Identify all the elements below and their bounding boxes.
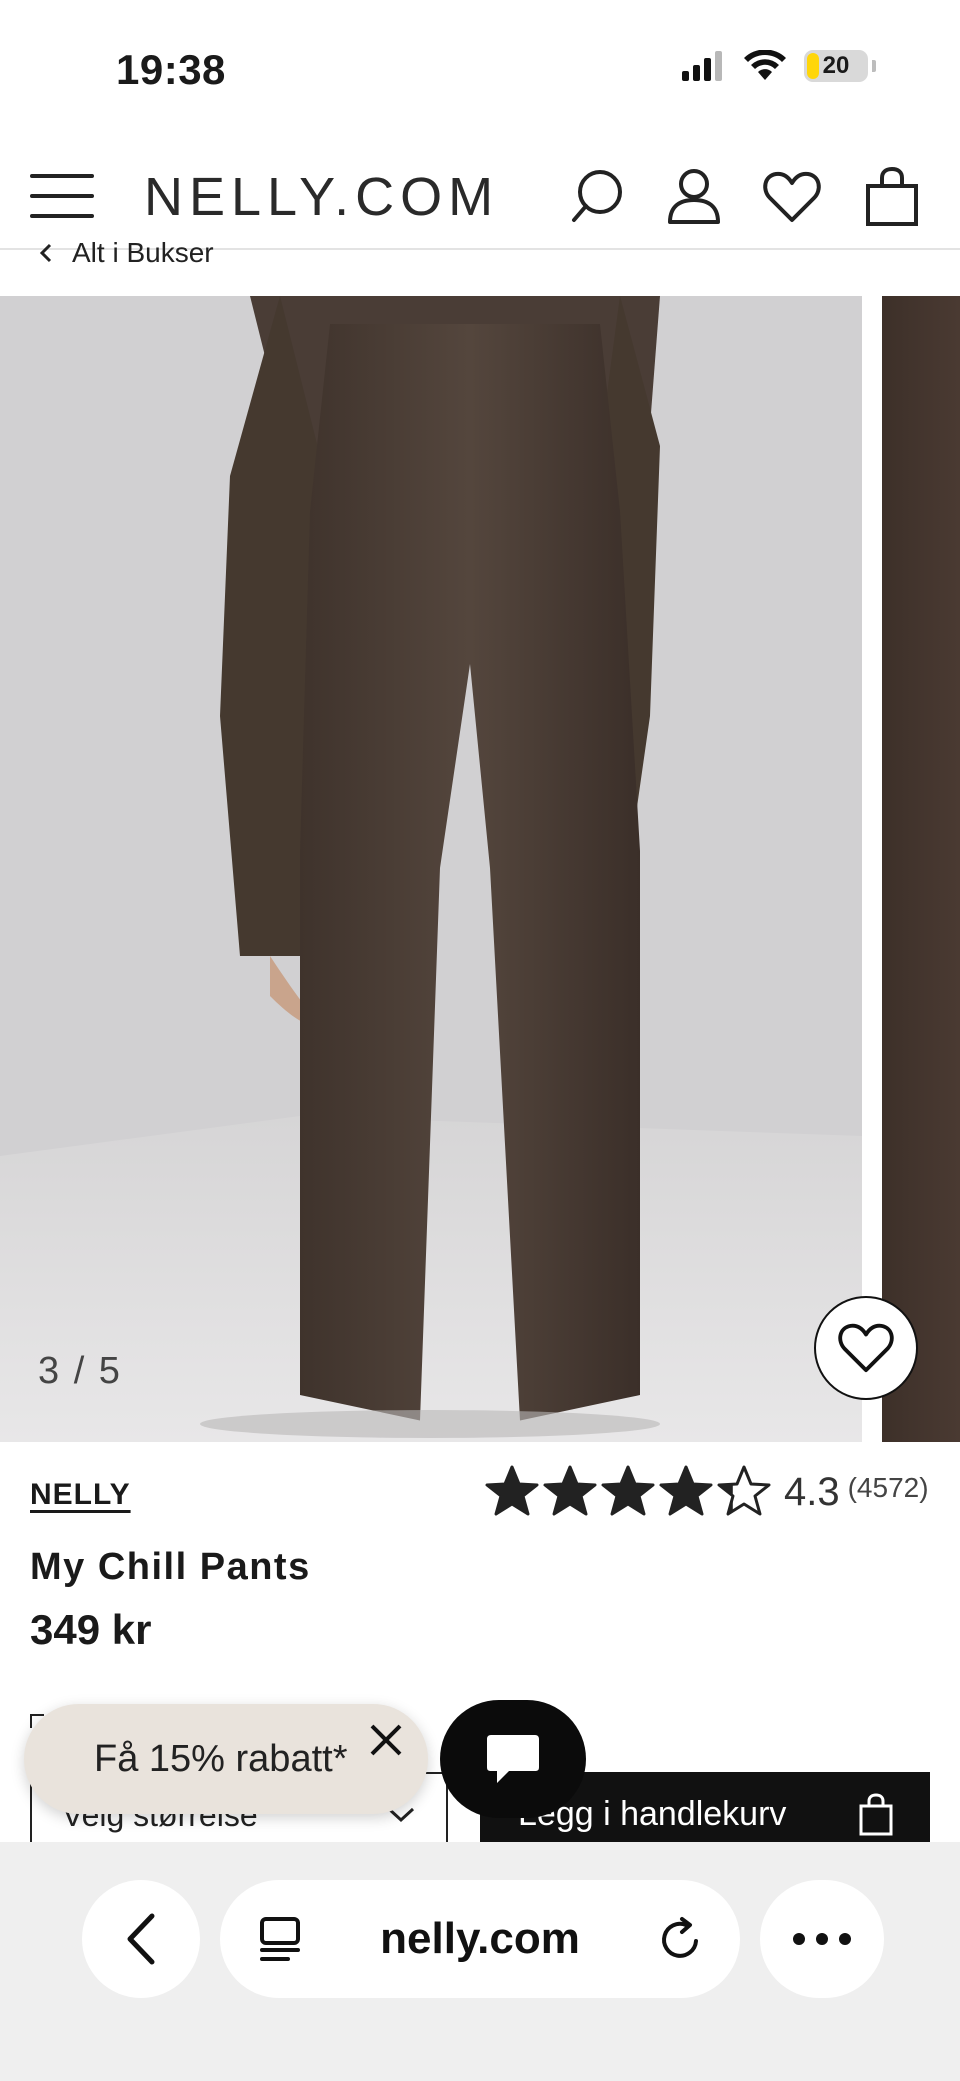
breadcrumb-label: Alt i Bukser	[72, 237, 214, 268]
bag-icon	[859, 1793, 893, 1836]
chevron-left-icon	[127, 1913, 155, 1965]
rating-value: 4.3	[784, 1469, 840, 1514]
rating-star	[485, 1465, 539, 1516]
promo-label: Få 15% rabatt*	[94, 1737, 348, 1780]
battery-cap	[872, 60, 876, 72]
product-image[interactable]	[0, 296, 862, 1442]
site-logo[interactable]: NELLY.COM	[144, 166, 499, 228]
product-price: 349 kr	[30, 1606, 152, 1653]
bag-icon[interactable]	[862, 166, 922, 226]
rating-star	[717, 1465, 771, 1516]
tab-overview-icon[interactable]	[256, 1915, 304, 1963]
product-title: My Chill Pants	[30, 1546, 311, 1588]
wifi-icon	[744, 50, 786, 80]
battery-icon: 20	[804, 50, 868, 82]
wishlist-icon[interactable]	[762, 166, 822, 226]
rating-star	[543, 1465, 597, 1516]
status-bar: 19:38 20	[0, 0, 960, 140]
chat-button[interactable]	[440, 1700, 586, 1818]
chevron-left-icon	[39, 243, 52, 263]
product-photo-illustration	[0, 296, 862, 1442]
search-icon[interactable]	[566, 166, 626, 226]
browser-back-button[interactable]	[82, 1880, 200, 1998]
product-gallery[interactable]: 3 / 5	[0, 296, 960, 1442]
product-rating[interactable]: 4.3 (4572)	[484, 1464, 929, 1520]
rating-stars	[485, 1465, 771, 1516]
review-count: (4572)	[847, 1472, 929, 1503]
url-text: nelly.com	[380, 1914, 580, 1963]
rating-star	[659, 1465, 713, 1516]
browser-toolbar: nelly.com	[0, 1842, 960, 2081]
address-bar[interactable]: nelly.com	[220, 1880, 740, 1998]
breadcrumb-back-link[interactable]: Alt i Bukser	[38, 236, 214, 270]
next-product-image-peek[interactable]	[882, 296, 960, 1442]
heart-icon	[838, 1323, 894, 1373]
brand-link[interactable]: NELLY	[30, 1478, 131, 1512]
battery-level: 20	[822, 52, 850, 79]
reload-icon[interactable]	[656, 1915, 704, 1963]
image-counter: 3 / 5	[38, 1350, 122, 1392]
status-time: 19:38	[116, 46, 226, 93]
account-icon[interactable]	[664, 166, 724, 226]
menu-icon[interactable]	[30, 172, 96, 220]
rating-star	[601, 1465, 655, 1516]
more-icon	[793, 1933, 851, 1945]
add-to-wishlist-button[interactable]	[814, 1296, 918, 1400]
status-icons: 20	[682, 50, 876, 82]
close-icon[interactable]	[366, 1720, 406, 1760]
cellular-signal-icon	[682, 51, 722, 81]
chat-bubble-icon	[487, 1735, 539, 1783]
more-options-button[interactable]	[760, 1880, 884, 1998]
site-header: NELLY.COM	[0, 140, 960, 250]
